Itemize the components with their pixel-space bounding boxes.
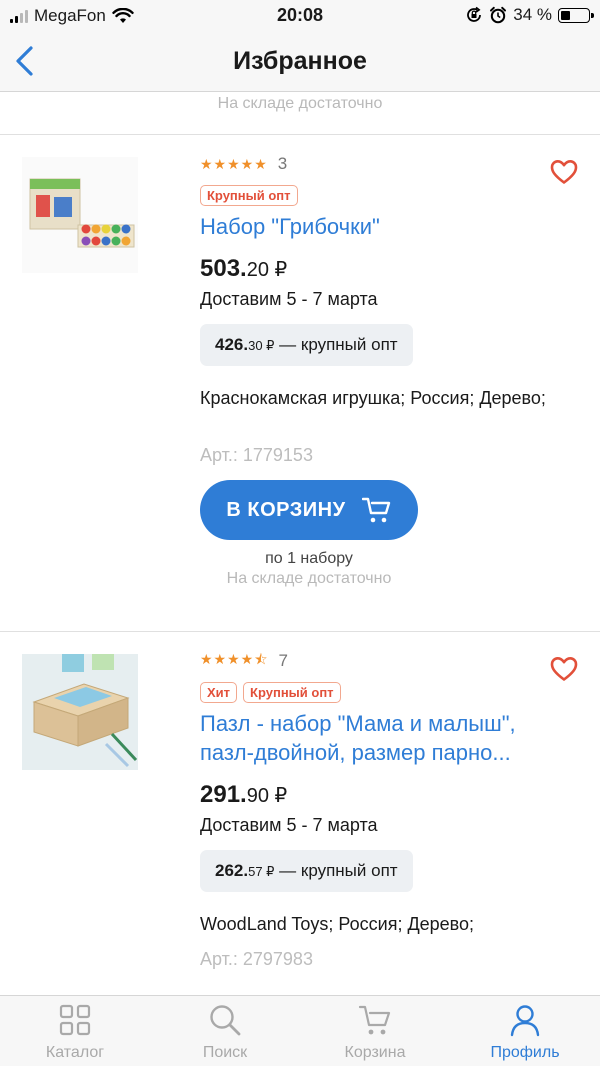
cart-icon (361, 497, 390, 523)
nav-bar: Избранное (0, 32, 600, 92)
tab-search[interactable]: Поиск (150, 996, 300, 1066)
tab-label: Профиль (490, 1044, 560, 1061)
tab-label: Корзина (344, 1044, 406, 1061)
rating: ★★★★⯪ 7 (200, 650, 592, 672)
per-unit: по 1 набору (265, 550, 353, 567)
tab-profile[interactable]: Профиль (450, 996, 600, 1066)
product-info: ★★★★★ 3 Крупный опт Набор "Грибочки" 503… (200, 153, 592, 588)
status-right: 34 % (465, 5, 594, 25)
favorites-list[interactable]: На складе достаточно ★★★★★ 3 Крупный опт… (0, 93, 600, 995)
profile-icon (510, 1005, 540, 1037)
heart-icon[interactable] (550, 656, 578, 682)
stock-status: На складе достаточно (217, 95, 383, 112)
product-name[interactable]: Набор "Грибочки" (200, 212, 592, 241)
wholesale-label: — крупный опт (274, 861, 398, 880)
wholesale-kop: 57 ₽ (248, 864, 275, 879)
product-image[interactable] (22, 654, 138, 770)
tab-label: Каталог (45, 1044, 105, 1061)
product-sku: Арт.: 2797983 (200, 949, 313, 969)
price-main: 503. (200, 255, 247, 282)
divider (0, 631, 600, 632)
badge-wholesale: Крупный опт (200, 185, 298, 206)
tab-catalog[interactable]: Каталог (0, 996, 150, 1066)
rating-stars: ★★★★★ (200, 155, 268, 172)
divider (0, 134, 600, 135)
wholesale-label: — крупный опт (274, 335, 398, 354)
product-name-line: Пазл - набор "Мама и малыш", (200, 711, 516, 736)
product-name-line: пазл-двойной, размер парно... (200, 740, 511, 765)
tab-bar: Каталог Поиск Корзина Профиль (0, 995, 600, 1066)
product-name[interactable]: Пазл - набор "Мама и малыш", пазл-двойно… (200, 709, 592, 767)
product-image[interactable] (22, 157, 138, 273)
product-price: 503.20 ₽ (200, 255, 592, 283)
wholesale-main: 426. (215, 335, 249, 354)
product-info: ★★★★⯪ 7 Хит Крупный опт Пазл - набор "Ма… (200, 650, 592, 970)
badge-hit: Хит (200, 682, 238, 703)
wholesale-price: 262.57 ₽ — крупный опт (200, 850, 413, 892)
add-to-cart-label: В КОРЗИНУ (226, 498, 346, 521)
add-to-cart-button[interactable]: В КОРЗИНУ (200, 480, 418, 540)
badges: Хит Крупный опт (200, 682, 592, 703)
price-kop: 90 ₽ (246, 785, 288, 807)
wholesale-kop: 30 ₽ (248, 338, 275, 353)
badges: Крупный опт (200, 185, 592, 206)
rating-count: 7 (278, 651, 288, 670)
battery-icon (558, 7, 594, 23)
rating: ★★★★★ 3 (200, 153, 592, 175)
wholesale-main: 262. (215, 861, 249, 880)
alarm-icon (490, 6, 507, 24)
vendor-info: WoodLand Toys; Россия; Дерево; (200, 914, 475, 934)
delivery-info: Доставим 5 - 7 марта (200, 815, 378, 835)
badge-wholesale: Крупный опт (243, 682, 341, 703)
cart-icon (358, 1005, 391, 1035)
tab-label: Поиск (202, 1044, 248, 1061)
price-main: 291. (200, 781, 247, 808)
search-icon (210, 1005, 241, 1036)
product-sku: Арт.: 1779153 (200, 445, 313, 465)
rotation-lock-icon (467, 6, 482, 22)
grid-icon (59, 1004, 91, 1036)
heart-icon[interactable] (550, 159, 578, 185)
stock-status: На складе достаточно (226, 570, 392, 587)
status-bar: MegaFon 20:08 34 % (0, 0, 600, 32)
price-kop: 20 ₽ (246, 259, 288, 281)
rating-stars: ★★★★⯪ (200, 651, 269, 667)
tab-cart[interactable]: Корзина (300, 996, 450, 1066)
product-price: 291.90 ₽ (200, 781, 592, 809)
wholesale-price: 426.30 ₽ — крупный опт (200, 324, 413, 366)
battery-percent: 34 % (513, 5, 552, 24)
delivery-info: Доставим 5 - 7 марта (200, 289, 378, 309)
vendor-info: Краснокамская игрушка; Россия; Дерево; (200, 388, 546, 408)
page-title: Избранное (233, 47, 367, 75)
rating-count: 3 (277, 154, 288, 173)
